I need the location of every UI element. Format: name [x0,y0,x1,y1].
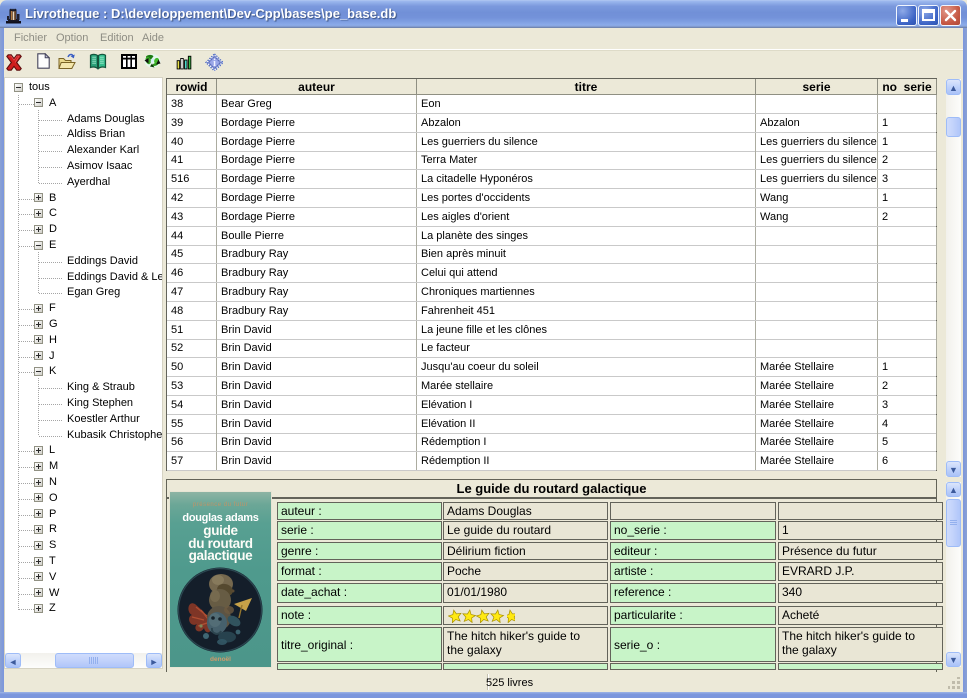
svg-text:i: i [213,58,216,69]
